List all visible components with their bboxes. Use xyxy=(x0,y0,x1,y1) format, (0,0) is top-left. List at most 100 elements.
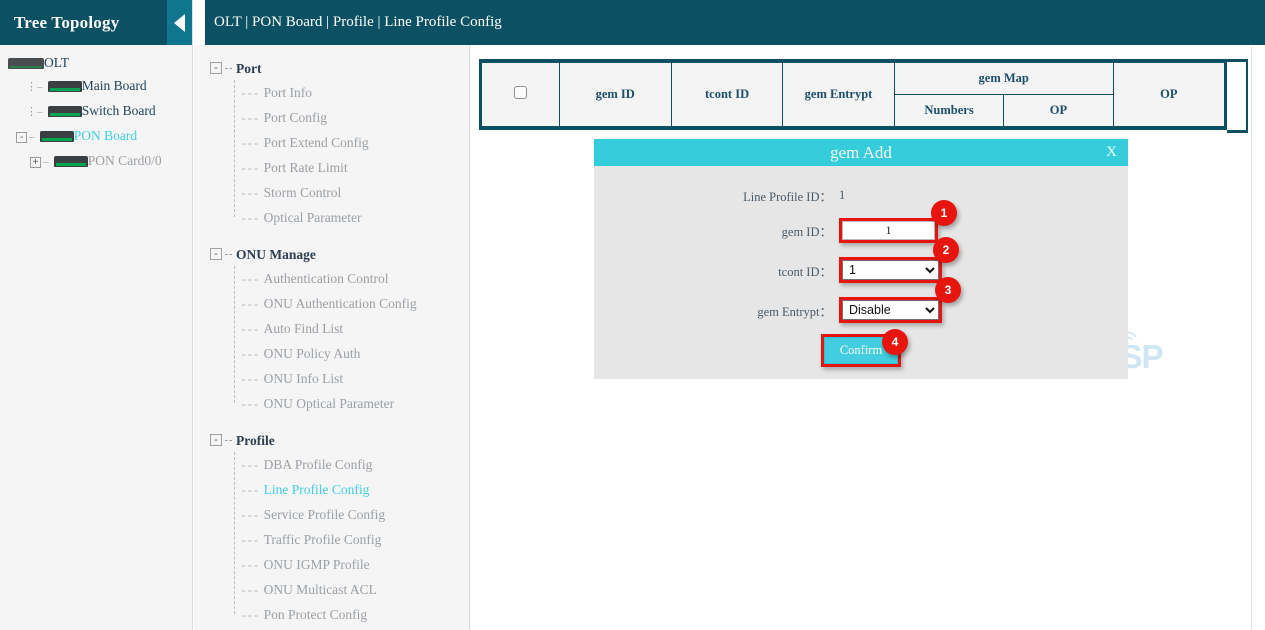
step-badge-1: 1 xyxy=(931,200,957,226)
gem-id-input[interactable] xyxy=(842,221,935,240)
menu-leaf-icon: --- xyxy=(240,484,259,498)
menu-item-port-extend-config[interactable]: ---Port Extend Config xyxy=(194,130,469,155)
column-header-gem-entrypt[interactable]: gem Entrypt xyxy=(783,63,895,127)
menu-item-onu-policy-auth[interactable]: ---ONU Policy Auth xyxy=(194,341,469,366)
row-line-profile-id: Line Profile ID： 1 xyxy=(594,180,1128,210)
menu-item-label: Port Extend Config xyxy=(264,135,369,150)
select-all-cell[interactable] xyxy=(482,63,560,127)
device-board-icon xyxy=(54,156,88,167)
gem-entrypt-highlight: Disable xyxy=(839,297,942,323)
menu-item-storm-control[interactable]: ---Storm Control xyxy=(194,180,469,205)
menu-item-optical-parameter[interactable]: ---Optical Parameter xyxy=(194,205,469,230)
gem-add-dialog: gem Add X Line Profile ID： 1 gem ID： 1 xyxy=(594,139,1128,379)
tree-topology-body: OLT ⋮– Main Board ⋮– Switch Board -– PON… xyxy=(0,45,192,174)
menu-item-port-info[interactable]: --- Port Info xyxy=(194,80,469,105)
tree-node-label: Switch Board xyxy=(82,103,156,118)
menu-item-service-profile-config[interactable]: ---Service Profile Config xyxy=(194,502,469,527)
menu-item-pon-protect-config[interactable]: ---Pon Protect Config xyxy=(194,602,469,627)
close-icon[interactable]: X xyxy=(1106,139,1117,166)
line-profile-id-value: 1 xyxy=(839,188,845,203)
device-board-icon xyxy=(48,81,82,92)
menu-leaf-icon: --- xyxy=(240,112,259,126)
menu-item-onu-multicast-acl[interactable]: ---ONU Multicast ACL xyxy=(194,577,469,602)
dialog-body: Line Profile ID： 1 gem ID： 1 tcont ID： xyxy=(594,166,1128,367)
menu-group-label: ONU Manage xyxy=(236,247,316,262)
gem-entrypt-select[interactable]: Disable xyxy=(842,300,939,320)
menu-group-toggle-icon[interactable]: - xyxy=(210,248,222,260)
menu-item-onu-optical-parameter[interactable]: ---ONU Optical Parameter xyxy=(194,391,469,416)
menu-item-label: Service Profile Config xyxy=(264,507,385,522)
gem-table-header: gem ID tcont ID gem Entrypt gem Map OP N… xyxy=(479,59,1227,130)
gem-entrypt-field-wrap: Disable 3 xyxy=(839,297,942,323)
menu-item-label: Optical Parameter xyxy=(264,210,362,225)
menu-item-port-config[interactable]: ---Port Config xyxy=(194,105,469,130)
menu-item-onu-authentication-config[interactable]: --- ONU Authentication Config xyxy=(194,291,469,316)
gem-entrypt-label: gem Entrypt： xyxy=(594,301,839,320)
dialog-title-bar: gem Add X xyxy=(594,139,1128,166)
menu-item-auto-find-list[interactable]: --- Auto Find List xyxy=(194,316,469,341)
tcont-id-select[interactable]: 1 xyxy=(842,260,939,280)
menu-leaf-icon: --- xyxy=(240,323,259,337)
menu-item-port-rate-limit[interactable]: --- Port Rate Limit xyxy=(194,155,469,180)
menu-item-label: ONU Optical Parameter xyxy=(264,396,394,411)
table-header-row: gem ID tcont ID gem Entrypt gem Map OP xyxy=(482,63,1225,95)
row-tcont-id: tcont ID： 1 2 xyxy=(594,250,1128,290)
menu-item-authentication-control[interactable]: ---Authentication Control xyxy=(194,266,469,291)
tree-expand-toggle-icon[interactable]: + xyxy=(30,157,41,168)
menu-item-dba-profile-config[interactable]: --- DBA Profile Config xyxy=(194,452,469,477)
menu-items-profile: --- DBA Profile Config --- Line Profile Co… xyxy=(194,452,469,627)
menu-group-profile[interactable]: -Profile xyxy=(194,427,469,452)
menu-leaf-icon: --- xyxy=(240,273,259,287)
breadcrumb-bar: OLT | PON Board | Profile | Line Profile… xyxy=(205,0,1265,45)
gem-id-field-wrap: 1 xyxy=(839,218,938,243)
column-header-gem-map[interactable]: gem Map xyxy=(894,63,1113,95)
menu-leaf-icon: --- xyxy=(240,162,259,176)
menu-item-label: ONU Authentication Config xyxy=(264,296,417,311)
sidebar-collapse-button[interactable] xyxy=(167,0,192,45)
column-header-tcont-id[interactable]: tcont ID xyxy=(671,63,782,127)
menu-item-line-profile-config[interactable]: --- Line Profile Config xyxy=(194,477,469,502)
row-confirm: Confirm 4 xyxy=(594,334,1128,367)
tree-node-pon-card[interactable]: +– PON Card0/0 xyxy=(0,149,192,174)
menu-item-label: Auto Find List xyxy=(264,321,344,336)
menu-group-label: Port xyxy=(236,61,261,76)
select-all-checkbox[interactable] xyxy=(514,86,527,99)
menu-leaf-icon: --- xyxy=(240,87,259,101)
menu-item-label: ONU IGMP Profile xyxy=(264,557,370,572)
tree-node-pon-board[interactable]: -– PON Board xyxy=(0,124,192,149)
menu-item-label: Pon Protect Config xyxy=(264,607,368,622)
column-header-gem-map-numbers[interactable]: Numbers xyxy=(894,95,1004,127)
menu-item-label: ONU Info List xyxy=(264,371,344,386)
menu-group-toggle-icon[interactable]: - xyxy=(210,62,222,74)
tree-collapse-toggle-icon[interactable]: - xyxy=(16,132,27,143)
menu-group-onu-manage[interactable]: - ONU Manage xyxy=(194,241,469,266)
tcont-id-field-wrap: 1 2 xyxy=(839,257,942,283)
tree-node-main-board[interactable]: ⋮– Main Board xyxy=(0,74,192,99)
menu-leaf-icon: --- xyxy=(240,459,259,473)
menu-group-port[interactable]: - Port xyxy=(194,55,469,80)
tcont-id-label: tcont ID： xyxy=(594,261,839,280)
column-header-gem-map-op[interactable]: OP xyxy=(1004,95,1113,127)
menu-item-onu-igmp-profile[interactable]: ---ONU IGMP Profile xyxy=(194,552,469,577)
menu-item-traffic-profile-config[interactable]: ---Traffic Profile Config xyxy=(194,527,469,552)
content-right-gutter xyxy=(1251,46,1265,630)
menu-item-label: ONU Policy Auth xyxy=(264,346,361,361)
menu-item-label: Port Info xyxy=(264,85,312,100)
tree-node-olt[interactable]: OLT xyxy=(0,51,192,74)
menu-group-toggle-icon[interactable]: - xyxy=(210,434,222,446)
tree-node-switch-board[interactable]: ⋮– Switch Board xyxy=(0,99,192,124)
step-badge-4: 4 xyxy=(882,329,908,355)
column-header-gem-id[interactable]: gem ID xyxy=(559,63,671,127)
menu-item-label: Line Profile Config xyxy=(264,482,370,497)
dialog-title: gem Add xyxy=(830,143,892,162)
menu-item-label: DBA Profile Config xyxy=(264,457,373,472)
row-gem-id: gem ID： 1 xyxy=(594,210,1128,250)
tree-branch-icon: – xyxy=(29,131,35,143)
gem-table: gem ID tcont ID gem Entrypt gem Map OP N… xyxy=(481,62,1225,127)
gem-id-highlight xyxy=(839,218,938,243)
menu-item-onu-info-list[interactable]: ---ONU Info List xyxy=(194,366,469,391)
menu-item-label: Port Rate Limit xyxy=(264,160,348,175)
column-header-op[interactable]: OP xyxy=(1113,63,1224,127)
menu-leaf-icon: --- xyxy=(240,298,259,312)
triangle-left-icon xyxy=(174,14,185,32)
